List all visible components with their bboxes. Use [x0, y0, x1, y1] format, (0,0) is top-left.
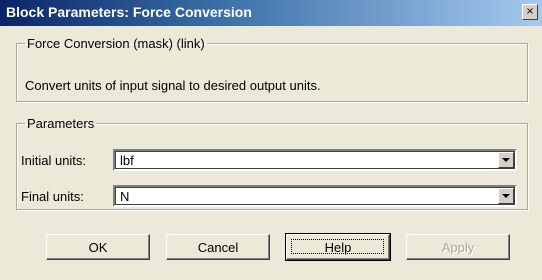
parameters-group: Parameters Initial units: lbf Final unit… — [16, 116, 528, 210]
final-units-label: Final units: — [21, 189, 84, 204]
ok-button-label: OK — [88, 239, 108, 255]
parameters-group-legend: Parameters — [27, 116, 95, 131]
cancel-button[interactable]: Cancel — [166, 234, 270, 260]
description-group: Force Conversion (mask) (link) Convert u… — [16, 36, 528, 102]
close-button[interactable]: × — [522, 4, 538, 20]
window-title: Block Parameters: Force Conversion — [6, 4, 252, 20]
dialog-window: Block Parameters: Force Conversion × For… — [0, 0, 542, 280]
final-units-select[interactable]: N — [113, 185, 517, 207]
apply-button-label: Apply — [441, 239, 475, 255]
initial-units-value: lbf — [120, 153, 134, 168]
focus-rectangle — [291, 239, 384, 254]
final-units-row: Final units: N — [17, 185, 527, 209]
description-group-legend: Force Conversion (mask) (link) — [27, 36, 205, 51]
apply-button[interactable]: Apply — [406, 234, 510, 260]
final-units-dropdown-button[interactable] — [498, 188, 514, 204]
ok-button[interactable]: OK — [46, 234, 150, 260]
description-text: Convert units of input signal to desired… — [25, 78, 321, 93]
chevron-down-icon — [502, 194, 510, 198]
close-icon: × — [525, 6, 535, 17]
help-button[interactable]: Help — [285, 233, 391, 261]
chevron-down-icon — [502, 158, 510, 162]
title-bar[interactable]: Block Parameters: Force Conversion × — [0, 0, 542, 26]
initial-units-label: Initial units: — [21, 153, 87, 168]
initial-units-select[interactable]: lbf — [113, 149, 517, 171]
cancel-button-label: Cancel — [197, 239, 239, 255]
final-units-value: N — [120, 189, 130, 204]
initial-units-row: Initial units: lbf — [17, 149, 527, 173]
initial-units-dropdown-button[interactable] — [498, 152, 514, 168]
